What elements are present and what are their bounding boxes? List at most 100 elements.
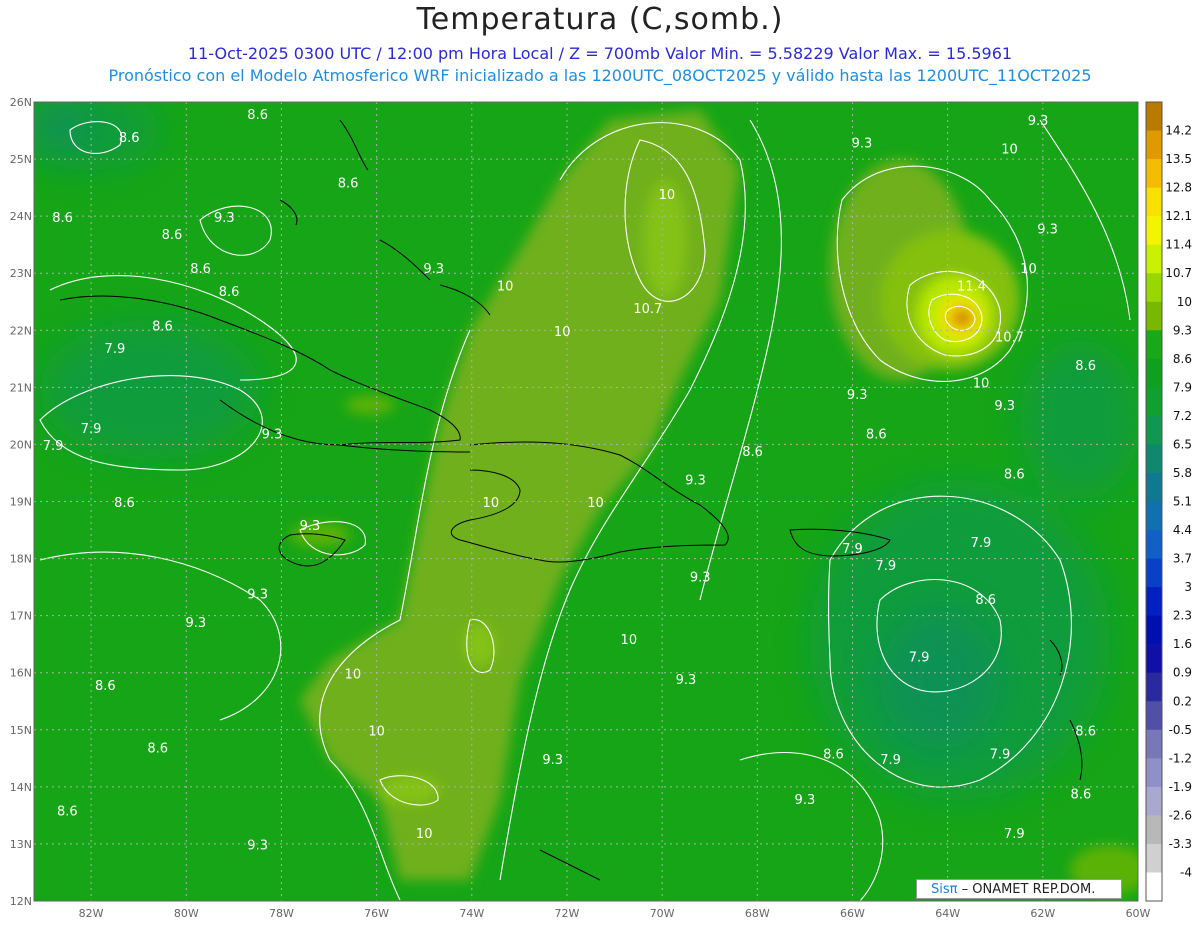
contour-label: 7.9	[971, 536, 992, 551]
colorbar-swatch	[1146, 216, 1162, 246]
colorbar-label: 9.3	[1173, 323, 1192, 337]
lat-tick-label: 25N	[10, 153, 32, 166]
colorbar-label: 0.9	[1173, 666, 1192, 680]
contour-label: 9.3	[676, 673, 697, 688]
contour-label: 7.9	[81, 422, 102, 437]
colorbar-swatch	[1146, 187, 1162, 217]
colorbar-label: 12.1	[1165, 209, 1192, 223]
contour-label: 8.6	[823, 747, 844, 762]
lon-tick-label: 80W	[174, 907, 199, 920]
contour-label: 8.6	[975, 593, 996, 608]
colorbar-swatch	[1146, 729, 1162, 759]
contour-label: 10	[1001, 142, 1018, 157]
contour-label: 9.3	[185, 616, 206, 631]
contour-label: 8.6	[338, 177, 359, 192]
sispi-logo-text: Sisπ	[931, 882, 958, 897]
contour-label: 10.7	[633, 302, 662, 317]
colorbar-swatch	[1146, 330, 1162, 360]
contour-label: 9.3	[685, 473, 706, 488]
temperature-map: 82W 80W 78W 76W 74W 72W 70W 68W 66W 64W 62W 60W 12N 1…	[10, 96, 1192, 920]
colorbar-swatch	[1146, 358, 1162, 388]
lat-tick-label: 14N	[10, 781, 32, 794]
contour-label: 8.6	[52, 211, 73, 226]
colorbar-swatch	[1146, 558, 1162, 588]
contour-label: 8.6	[162, 228, 183, 243]
colorbar-swatch	[1146, 758, 1162, 788]
colorbar-swatch	[1146, 159, 1162, 189]
colorbar-label: -0.5	[1169, 723, 1192, 737]
color-bar: 14.2 13.5 12.8 12.1 11.4 10.7 10 9.3 8.6 7.9 7.2 6.…	[1145, 101, 1192, 902]
colorbar-swatch	[1146, 786, 1162, 816]
colorbar-swatch	[1146, 301, 1162, 331]
contour-label: 8.6	[147, 742, 168, 757]
colorbar-label: 0.2	[1173, 694, 1192, 708]
contour-label: 8.6	[152, 319, 173, 334]
contour-label: 7.9	[1004, 827, 1025, 842]
colorbar-label: 7.2	[1173, 409, 1192, 423]
colorbar-label: 2.3	[1173, 609, 1192, 623]
colorbar-swatch	[1146, 843, 1162, 873]
contour-label: 10	[483, 496, 500, 511]
contour-label: 10	[368, 724, 385, 739]
lat-tick-label: 16N	[10, 667, 32, 680]
lon-tick-label: 66W	[840, 907, 865, 920]
lat-tick-label: 13N	[10, 838, 32, 851]
colorbar-swatch	[1146, 815, 1162, 845]
contour-label: 7.9	[880, 753, 901, 768]
colorbar-label: 4.4	[1173, 523, 1192, 537]
lon-tick-label: 76W	[364, 907, 389, 920]
colorbar-swatch	[1146, 130, 1162, 160]
contour-label: 8.6	[1075, 724, 1096, 739]
contour-label: 11.4	[957, 279, 986, 294]
colorbar-swatch	[1146, 501, 1162, 531]
lon-tick-label: 82W	[79, 907, 104, 920]
colorbar-label: 5.8	[1173, 466, 1192, 480]
contour-label: 9.3	[1028, 114, 1049, 129]
shaded-field	[34, 102, 1138, 901]
contour-label: 9.3	[994, 399, 1015, 414]
colorbar-swatch	[1146, 872, 1162, 902]
colorbar-swatch	[1146, 387, 1162, 417]
contour-label: 9.3	[214, 211, 235, 226]
lat-tick-label: 23N	[10, 267, 32, 280]
colorbar-label: 5.1	[1173, 495, 1192, 509]
contour-label: 10	[554, 325, 571, 340]
colorbar-label: 7.9	[1173, 380, 1192, 394]
credit-text: – ONAMET REP.DOM.	[961, 882, 1096, 897]
lat-tick-label: 19N	[10, 496, 32, 509]
contour-label: 7.9	[875, 559, 896, 574]
contour-label: 9.3	[852, 137, 873, 152]
colorbar-label: -1.9	[1169, 780, 1192, 794]
contour-label: 9.3	[795, 793, 816, 808]
lon-tick-label: 62W	[1030, 907, 1055, 920]
lat-tick-label: 18N	[10, 553, 32, 566]
contour-label: 8.6	[1075, 359, 1096, 374]
colorbar-swatch	[1146, 415, 1162, 445]
colorbar-swatch	[1146, 615, 1162, 645]
contour-label: 9.3	[423, 262, 444, 277]
lon-tick-label: 60W	[1126, 907, 1151, 920]
contour-label: 8.6	[1004, 468, 1025, 483]
contour-label: 8.6	[190, 262, 211, 277]
credit-logo: Sisπ – ONAMET REP.DOM.	[916, 879, 1122, 899]
contour-label: 8.6	[742, 445, 763, 460]
colorbar-label: -1.2	[1169, 751, 1192, 765]
colorbar-swatch	[1146, 644, 1162, 674]
lat-tick-label: 24N	[10, 210, 32, 223]
colorbar-label: -4	[1180, 865, 1192, 879]
contour-label: 10	[621, 633, 638, 648]
contour-label: 9.3	[300, 519, 321, 534]
colorbar-swatch	[1146, 701, 1162, 731]
lon-tick-label: 68W	[745, 907, 770, 920]
contour-label: 9.3	[542, 753, 563, 768]
contour-label: 9.3	[262, 428, 283, 443]
contour-label: 10	[497, 279, 514, 294]
lon-tick-label: 78W	[269, 907, 294, 920]
lat-tick-label: 17N	[10, 610, 32, 623]
contour-label: 10	[345, 667, 362, 682]
colorbar-label: 3.7	[1173, 552, 1192, 566]
contour-label: 7.9	[105, 342, 126, 357]
contour-label: 9.3	[247, 588, 268, 603]
colorbar-label: 6.5	[1173, 437, 1192, 451]
colorbar-label: -3.3	[1169, 837, 1192, 851]
